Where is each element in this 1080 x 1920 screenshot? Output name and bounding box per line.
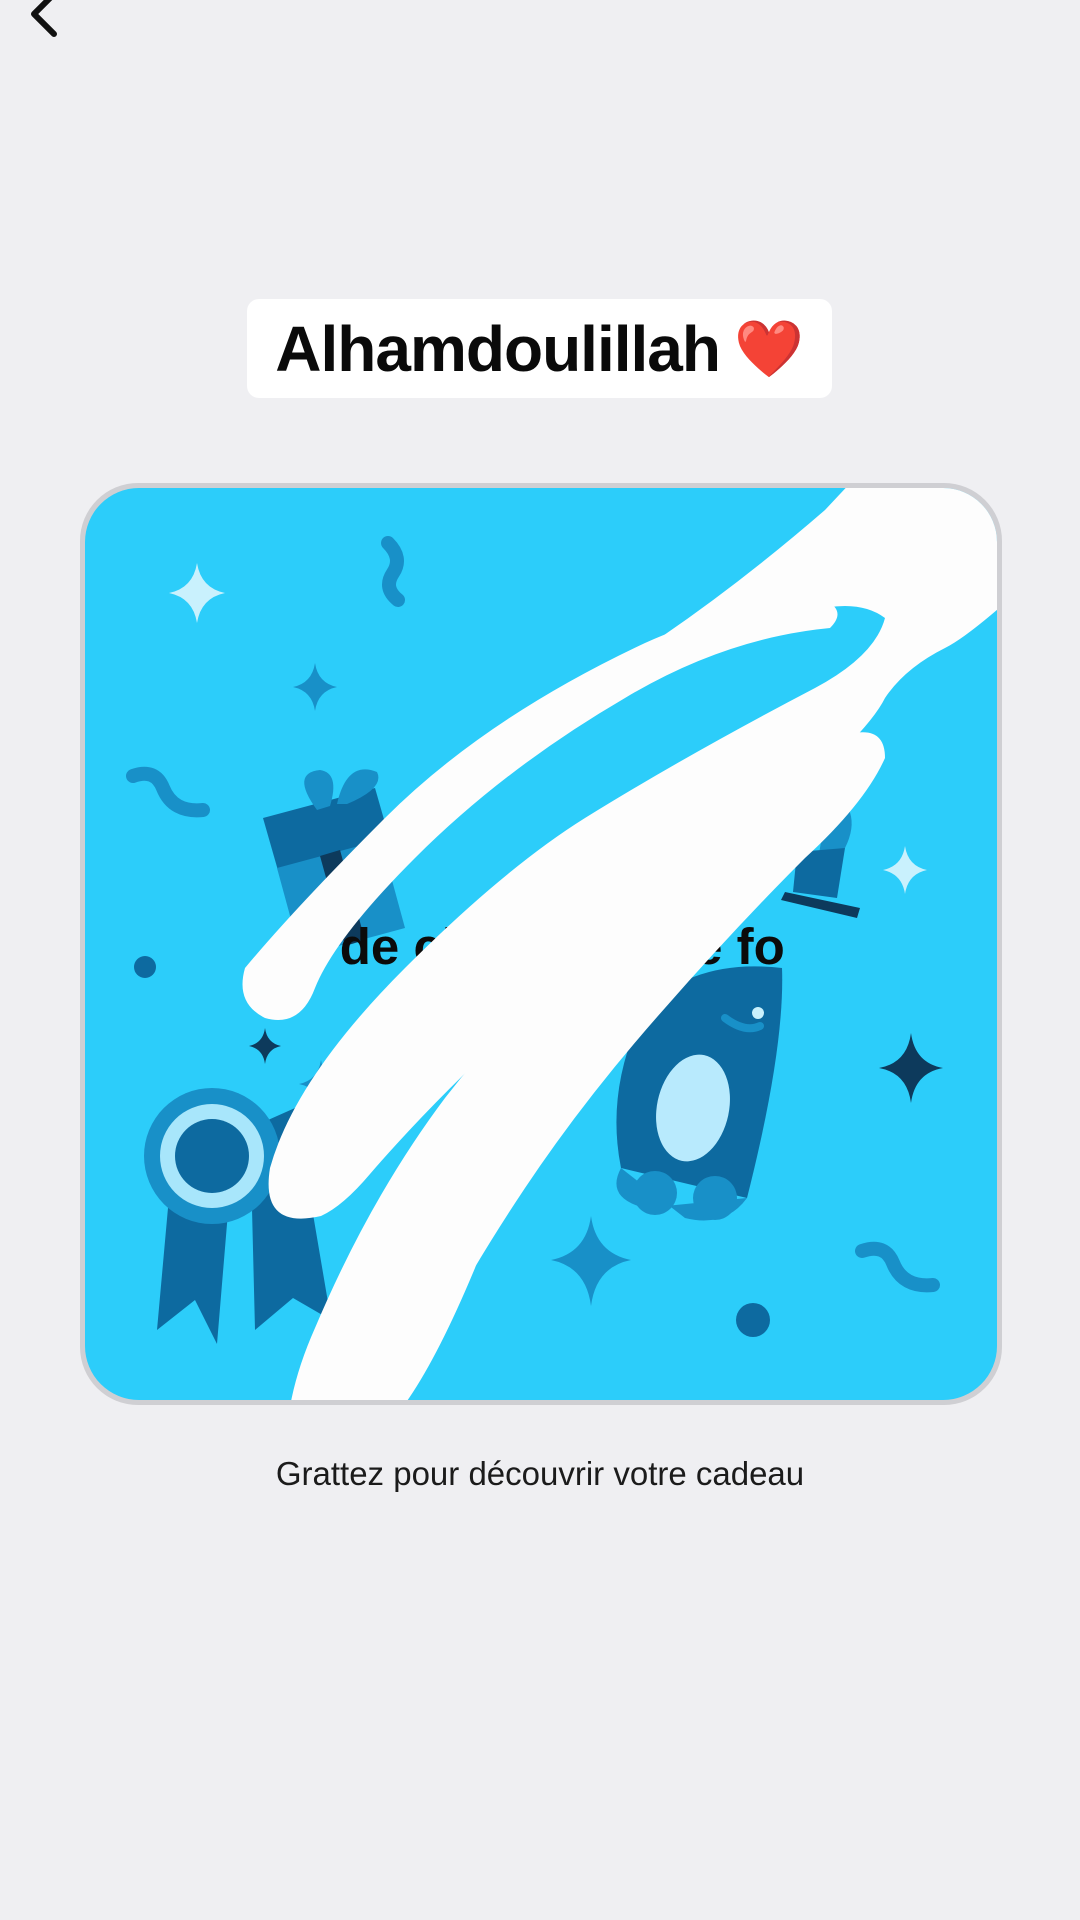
scratch-card-illustration: s de chance cette fo [85, 488, 997, 1400]
scratch-card[interactable]: s de chance cette fo [80, 483, 1002, 1405]
scratch-instruction: Grattez pour découvrir votre cadeau [275, 1455, 805, 1492]
dot-icon [134, 956, 156, 978]
caption-text: Alhamdoulillah [275, 312, 721, 385]
dot-icon [736, 1303, 770, 1337]
confetti-squiggle-icon [381, 536, 405, 607]
caption-overlay: Alhamdoulillah ❤️ [247, 299, 832, 398]
chevron-left-icon [31, 0, 57, 37]
red-heart-icon: ❤️ [733, 316, 804, 380]
back-button[interactable] [0, 0, 80, 40]
scratch-card-screen: Alhamdoulillah ❤️ Grattez pour découvrir… [0, 0, 1080, 1920]
